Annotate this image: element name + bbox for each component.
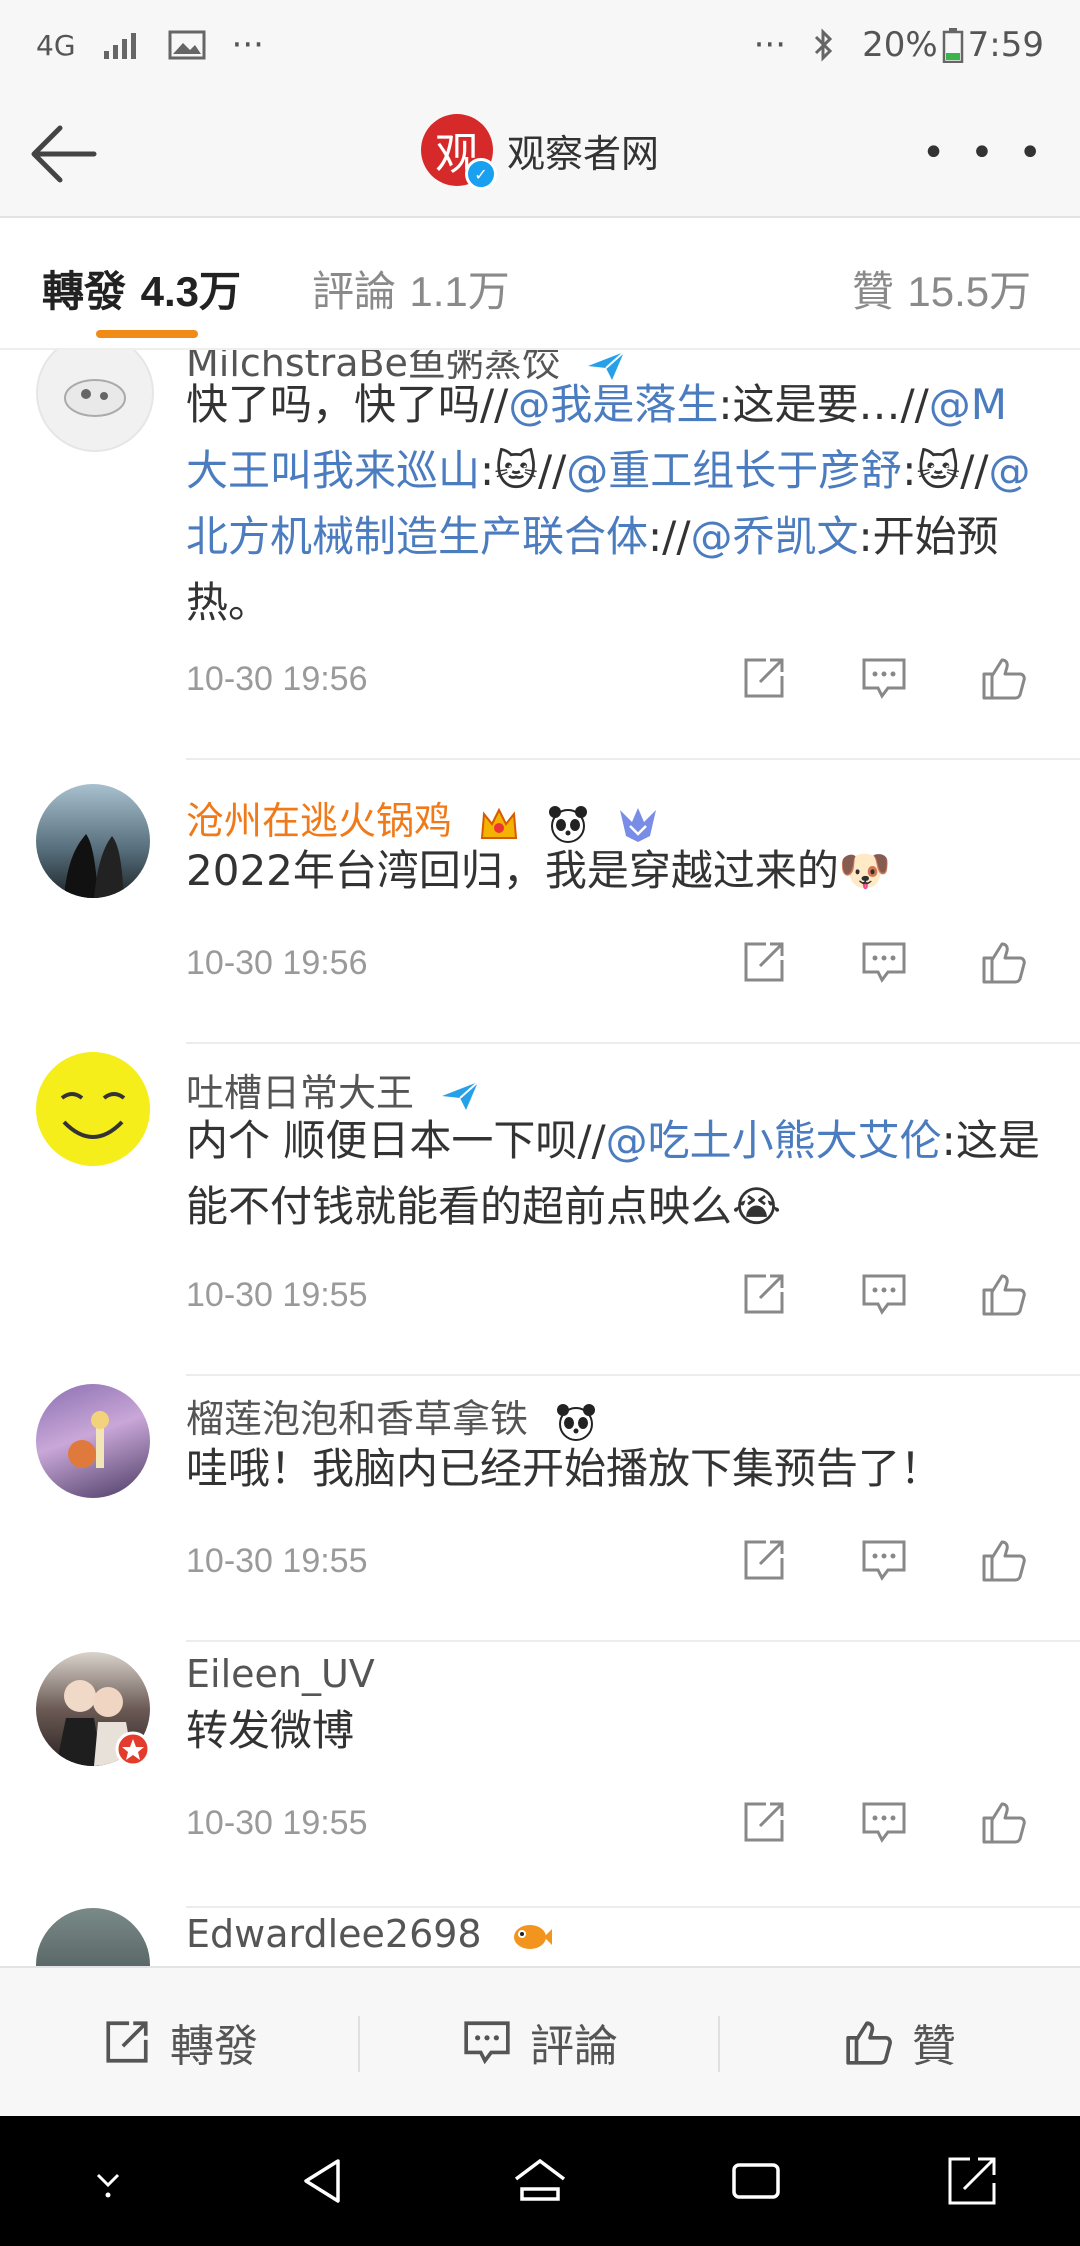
- comment-icon: [464, 2021, 510, 2065]
- list-item: Edwardlee2698: [0, 1908, 1080, 1966]
- comment-button-label: 評論: [530, 2021, 618, 2072]
- account-logo: 观 ✓: [420, 114, 497, 190]
- repost-icon[interactable]: [740, 656, 788, 700]
- account-header[interactable]: 观 ✓ 观察者网: [0, 114, 1080, 190]
- like-icon[interactable]: [980, 940, 1028, 984]
- tab-comments[interactable]: 評論 1.1万: [312, 258, 510, 319]
- avatar[interactable]: [36, 784, 150, 898]
- comment-text: 哇哦！我脑内已经开始播放下集预告了！: [186, 1444, 943, 1493]
- more-notifications-icon: ···: [231, 25, 264, 65]
- list-item: 榴莲泡泡和香草拿铁 哇哦！我脑内已经开始播放下集预告了！ 10-30 19:55: [0, 1384, 1080, 1654]
- clock: 7:59: [967, 25, 1044, 65]
- network-indicator: 4G: [36, 28, 76, 62]
- expand-icon[interactable]: [940, 2149, 1004, 2213]
- tab-repost[interactable]: 轉發 4.3万: [42, 258, 241, 319]
- avatar[interactable]: [36, 1908, 150, 1966]
- avatar[interactable]: [36, 1652, 151, 1767]
- vip-plane-icon: [442, 1080, 479, 1110]
- tab-comments-count: 1.1万: [409, 268, 510, 315]
- verified-user-icon: [115, 1731, 151, 1767]
- mention-link[interactable]: @我是落生: [508, 380, 718, 429]
- top-bar: 观 ✓ 观察者网 • • •: [0, 90, 1080, 218]
- like-icon: [846, 2021, 892, 2065]
- page-title: 观察者网: [506, 131, 659, 176]
- timestamp: 10-30 19:56: [186, 944, 368, 982]
- divider: [186, 1374, 1080, 1376]
- like-icon[interactable]: [980, 1538, 1028, 1582]
- list-item: 吐槽日常大王 内个 顺便日本一下呗//@吃土小熊大艾伦:这是能不付钱就能看的超前…: [0, 1052, 1080, 1382]
- repost-icon[interactable]: [740, 1538, 788, 1582]
- more-menu-icon[interactable]: • • •: [922, 130, 1048, 176]
- like-button-label: 贊: [912, 2021, 956, 2072]
- like-button[interactable]: 贊: [720, 1968, 1080, 2116]
- timestamp: 10-30 19:55: [186, 1276, 368, 1314]
- tab-repost-count: 4.3万: [140, 268, 242, 315]
- home-nav-icon[interactable]: [508, 2149, 572, 2213]
- avatar[interactable]: [36, 350, 154, 452]
- list-item: MilchstraBe鱼粥蒸饺 快了吗，快了吗//@我是落生:这是要…//@M大…: [0, 350, 1080, 760]
- comment-icon[interactable]: [860, 940, 908, 984]
- comment-text: 2022年台湾回归，我是穿越过来的🐶: [186, 846, 892, 895]
- comment-text: 快了吗，快了吗//@我是落生:这是要…//@M大王叫我来巡山:🐱//@重工组长于…: [186, 380, 1031, 627]
- repost-icon: [106, 2021, 148, 2063]
- username[interactable]: 榴莲泡泡和香草拿铁: [186, 1388, 598, 1443]
- active-tab-indicator: [96, 330, 198, 338]
- tab-comments-label: 評論: [312, 267, 397, 316]
- avatar[interactable]: [36, 1052, 150, 1166]
- repost-icon[interactable]: [740, 940, 788, 984]
- system-nav-bar: [0, 2116, 1080, 2246]
- repost-button[interactable]: 轉發: [0, 1968, 360, 2116]
- repost-list[interactable]: MilchstraBe鱼粥蒸饺 快了吗，快了吗//@我是落生:这是要…//@M大…: [0, 350, 1080, 1966]
- comment-icon[interactable]: [860, 656, 908, 700]
- tab-likes[interactable]: 贊 15.5万: [852, 258, 1031, 319]
- comment-button[interactable]: 評論: [360, 1968, 720, 2116]
- mention-link[interactable]: @吃土小熊大艾伦: [606, 1116, 942, 1165]
- list-item: Eileen_UV 转发微博 10-30 19:55: [0, 1652, 1080, 1910]
- like-icon[interactable]: [980, 1800, 1028, 1844]
- mention-link[interactable]: @重工组长于彦舒: [566, 446, 902, 495]
- battery-icon: [942, 28, 963, 63]
- username[interactable]: Eileen_UV: [186, 1652, 375, 1696]
- tab-likes-label: 贊: [852, 267, 895, 316]
- comment-text: 内个 顺便日本一下呗//@吃土小熊大艾伦:这是能不付钱就能看的超前点映么😭: [186, 1116, 1040, 1231]
- tab-repost-label: 轉發: [42, 267, 127, 316]
- comment-text: 转发微博: [186, 1706, 355, 1755]
- status-bar: 4G ··· ··· 20% 7:59: [0, 0, 1080, 90]
- comment-icon[interactable]: [860, 1272, 908, 1316]
- timestamp: 10-30 19:55: [186, 1542, 368, 1580]
- back-nav-icon[interactable]: [292, 2149, 356, 2213]
- username[interactable]: Edwardlee2698: [186, 1912, 552, 1957]
- divider: [186, 1042, 1080, 1044]
- tab-bar: 轉發 4.3万 評論 1.1万 贊 15.5万: [0, 218, 1080, 350]
- comment-icon[interactable]: [860, 1538, 908, 1582]
- recents-nav-icon[interactable]: [724, 2149, 788, 2213]
- avatar[interactable]: [36, 1384, 150, 1498]
- battery-percent: 20%: [862, 25, 938, 65]
- verified-badge-icon: ✓: [464, 158, 497, 190]
- like-icon[interactable]: [980, 1272, 1028, 1316]
- divider: [186, 758, 1080, 760]
- more-status-icon: ···: [753, 25, 787, 65]
- hide-keyboard-icon[interactable]: [76, 2149, 140, 2213]
- timestamp: 10-30 19:55: [186, 1804, 368, 1842]
- list-item: 沧州在逃火锅鸡 2022年台湾回归，我是穿越过来的🐶 10-30 19:56: [0, 784, 1080, 1052]
- repost-icon[interactable]: [740, 1800, 788, 1844]
- bottom-action-bar: 轉發 評論 贊: [0, 1966, 1080, 2116]
- signal-icon: [103, 33, 136, 59]
- timestamp: 10-30 19:56: [186, 660, 368, 698]
- image-icon: [168, 30, 206, 60]
- divider: [186, 1640, 1080, 1642]
- repost-icon[interactable]: [740, 1272, 788, 1316]
- mention-link[interactable]: @乔凯文: [690, 512, 858, 561]
- like-icon[interactable]: [980, 656, 1028, 700]
- comment-icon[interactable]: [860, 1800, 908, 1844]
- bluetooth-icon: [815, 28, 833, 62]
- tab-likes-count: 15.5万: [907, 268, 1032, 315]
- username[interactable]: 沧州在逃火锅鸡: [186, 790, 660, 845]
- fish-badge-icon: [513, 1924, 552, 1949]
- repost-button-label: 轉發: [170, 2021, 258, 2072]
